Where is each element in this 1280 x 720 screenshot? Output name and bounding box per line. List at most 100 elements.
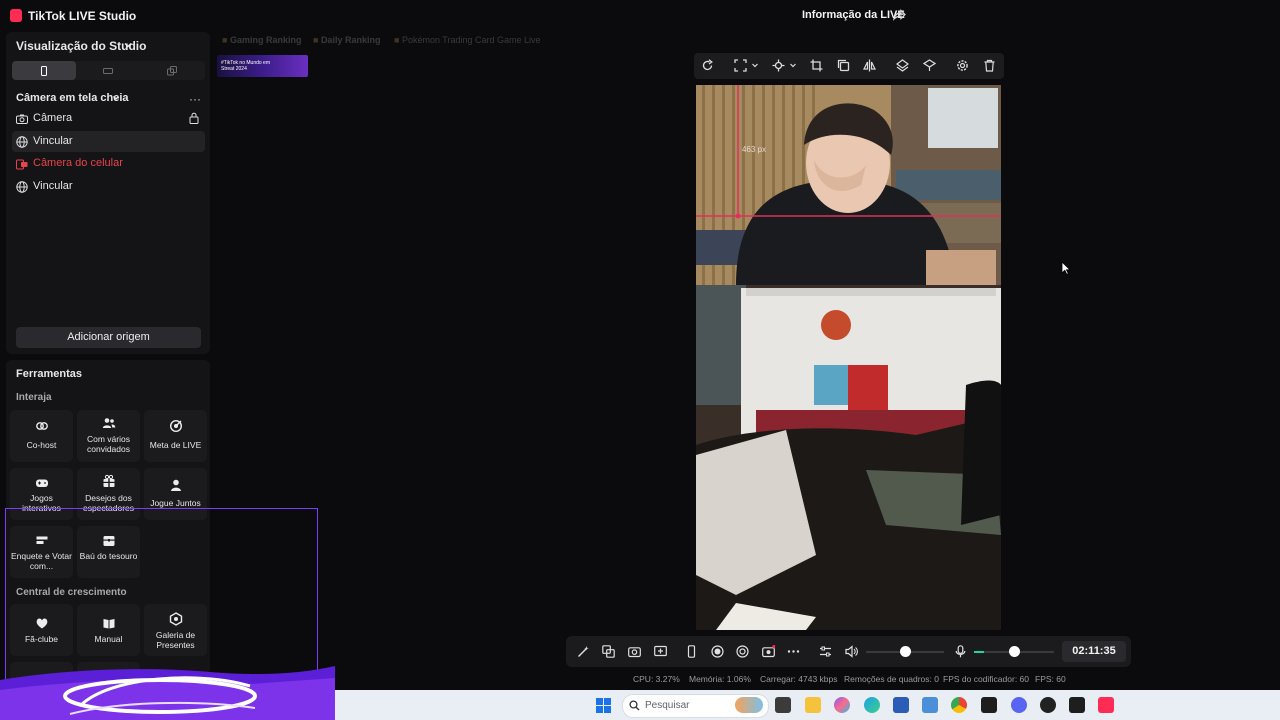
chevron-down-icon[interactable] [112, 94, 120, 102]
chevron-down-icon[interactable] [789, 59, 797, 72]
stat-memory: Memória: 1.06% [689, 674, 751, 684]
translate-icon[interactable] [602, 645, 615, 658]
live-info-button[interactable]: Informação da LIVE [802, 9, 905, 21]
mic-slider-handle[interactable] [1008, 646, 1020, 657]
ranking-tab-daily[interactable]: ■ Daily Ranking [313, 35, 380, 45]
chrome-icon[interactable] [951, 697, 967, 713]
phone-icon[interactable] [685, 645, 698, 658]
settings-icon[interactable] [956, 59, 969, 72]
store-icon[interactable] [893, 697, 909, 713]
capcut-icon[interactable] [981, 697, 997, 713]
live-timer: 02:11:35 [1062, 641, 1126, 662]
tiktok-live-studio-icon[interactable] [1098, 697, 1114, 713]
windows-taskbar [320, 690, 1280, 720]
gift-icon [103, 474, 115, 487]
search-highlight-icon [735, 697, 763, 713]
more-icon[interactable] [787, 645, 800, 658]
volume-slider-handle[interactable] [899, 646, 911, 657]
camera-feed-image [696, 85, 1001, 630]
phone-camera-icon [16, 159, 28, 170]
add-screen-icon[interactable] [654, 645, 667, 658]
crop-icon[interactable] [810, 59, 823, 72]
link-icon [36, 422, 48, 430]
tool-label: Com vários convidados [86, 434, 130, 454]
ranking-tab-category[interactable]: ■ Pokémon Trading Card Game Live [394, 35, 541, 45]
streamer-logo-overlay [0, 666, 335, 720]
event-banner-text: #TikTok no Mundo em Streat 2024 [221, 60, 271, 72]
mic-level-meter [974, 651, 984, 653]
trophy-icon: ■ [394, 35, 402, 45]
lock-icon[interactable] [189, 112, 199, 124]
tool-label: Co-host [26, 440, 57, 450]
copilot-icon[interactable] [834, 697, 850, 713]
scene-more-button[interactable]: ··· [189, 92, 201, 106]
discord-icon[interactable] [1011, 697, 1027, 713]
share-icon[interactable] [892, 8, 906, 22]
fit-screen-icon[interactable] [734, 59, 747, 72]
delete-icon[interactable] [983, 59, 996, 72]
ranking-tab-gaming[interactable]: ■ Gaming Ranking [222, 35, 301, 45]
refresh-icon[interactable] [701, 59, 714, 72]
stat-cpu: CPU: 3.27% [633, 674, 680, 684]
overlay-selection-frame [5, 508, 318, 682]
layers-icon[interactable] [923, 59, 936, 72]
title-bar [0, 0, 1280, 32]
source-link[interactable]: Vincular [12, 176, 205, 197]
tool-live-goal[interactable]: Meta de LIVE [144, 410, 207, 462]
source-label: Câmera [33, 112, 73, 124]
magic-wand-icon[interactable] [577, 645, 590, 658]
outlook-icon[interactable] [922, 697, 938, 713]
tool-label: Meta de LIVE [149, 440, 202, 450]
chevron-down-icon[interactable] [123, 40, 133, 50]
dual-layout-icon[interactable] [167, 66, 177, 76]
windows-start-icon[interactable] [596, 698, 611, 713]
trophy-icon: ■ [222, 35, 230, 45]
replay-icon[interactable] [736, 645, 749, 658]
live-camera-icon[interactable] [762, 645, 775, 658]
source-camera[interactable]: Câmera [12, 108, 205, 129]
search-placeholder: Pesquisar [645, 700, 690, 711]
copy-icon[interactable] [837, 59, 850, 72]
add-source-button[interactable]: Adicionar origem [16, 327, 201, 348]
users-icon [102, 418, 116, 428]
audio-mixer-icon[interactable] [819, 645, 832, 658]
stat-fps: FPS: 60 [1035, 674, 1066, 684]
tools-title: Ferramentas [16, 368, 83, 380]
stat-dropped-frames: Remoções de quadros: 0 [844, 674, 939, 684]
capcut-icon[interactable] [1069, 697, 1085, 713]
trophy-icon: ■ [313, 35, 321, 45]
edge-browser-icon[interactable] [864, 697, 880, 713]
globe-icon [16, 181, 28, 193]
flip-horizontal-icon[interactable] [863, 59, 876, 72]
mouse-cursor-icon [1061, 261, 1071, 275]
landscape-icon[interactable] [103, 66, 113, 76]
tool-multi-guest[interactable]: Com vários convidados [77, 410, 140, 462]
file-explorer-icon[interactable] [805, 697, 821, 713]
camera-icon [16, 114, 28, 124]
search-icon [629, 700, 640, 711]
globe-icon [16, 136, 28, 148]
source-phone-camera[interactable]: Câmera do celular [12, 153, 205, 174]
camera-preview[interactable]: 463 px [696, 85, 1001, 630]
source-label: Câmera do celular [33, 157, 123, 169]
screenshot-icon[interactable] [628, 645, 641, 658]
app-title: TikTok LIVE Studio [28, 9, 137, 23]
record-icon[interactable] [711, 645, 724, 658]
speaker-icon[interactable] [845, 645, 858, 658]
microphone-icon[interactable] [954, 645, 967, 658]
obs-icon[interactable] [1040, 697, 1056, 713]
tool-co-host[interactable]: Co-host [10, 410, 73, 462]
layer-up-icon[interactable] [896, 59, 909, 72]
tool-label: Jogue Juntos [150, 498, 201, 508]
ranking-label: Pokémon Trading Card Game Live [401, 35, 541, 45]
align-center-icon[interactable] [772, 59, 785, 72]
chevron-down-icon[interactable] [751, 59, 759, 72]
section-title-interact: Interaja [16, 392, 52, 403]
source-label: Vincular [33, 135, 73, 147]
tiktok-logo-icon [10, 9, 22, 22]
measure-label: 463 px [742, 145, 767, 154]
ranking-label: Daily Ranking [320, 35, 381, 45]
source-label: Vincular [33, 180, 73, 192]
source-link-selected[interactable]: Vincular [12, 131, 205, 152]
task-view-icon[interactable] [775, 697, 791, 713]
